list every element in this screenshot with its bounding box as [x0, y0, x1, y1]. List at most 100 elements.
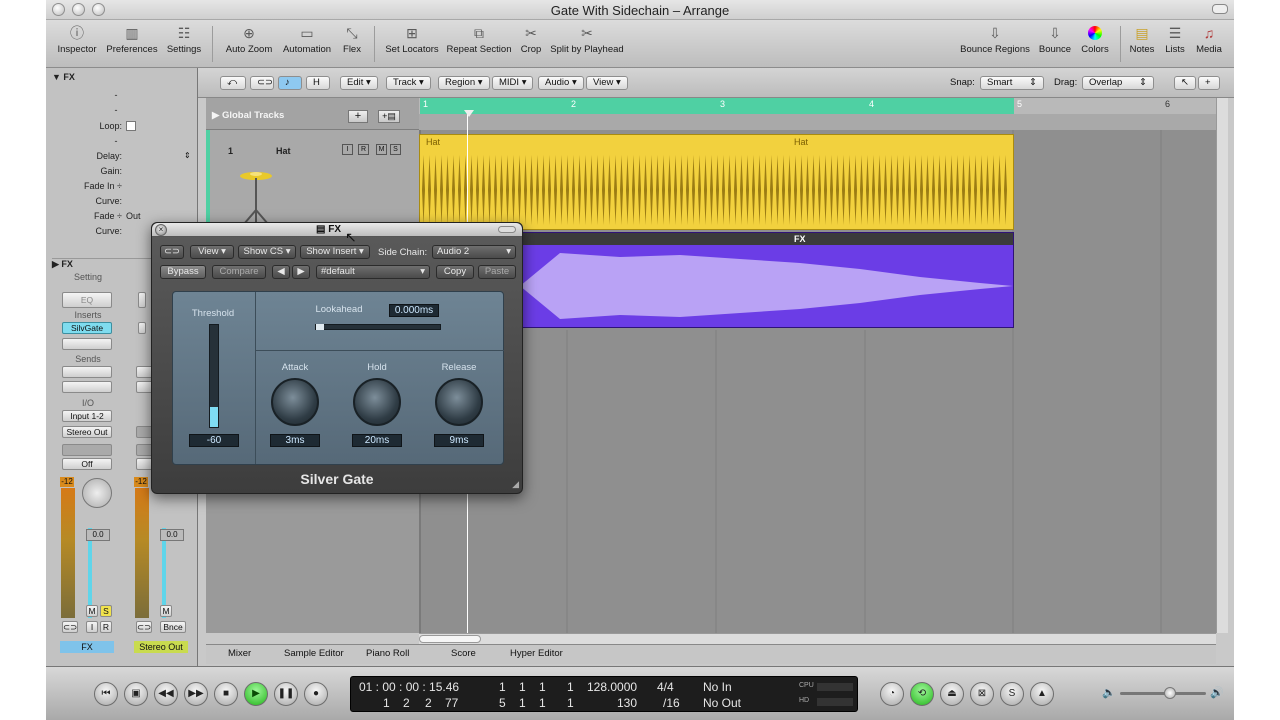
media-button[interactable]: ♫ Media: [1194, 24, 1224, 55]
plugin-title-bar[interactable]: × ▤ FX: [152, 223, 522, 237]
lookahead-value[interactable]: 0.000ms: [389, 304, 439, 317]
copy-button[interactable]: Copy: [436, 265, 474, 279]
eq-display[interactable]: EQ: [62, 292, 112, 308]
mute-button[interactable]: M: [160, 605, 172, 617]
forward-button[interactable]: ▶▶: [184, 682, 208, 706]
lists-button[interactable]: ☰ Lists: [1162, 24, 1188, 55]
link-icon[interactable]: ⊂⊃: [136, 621, 152, 633]
record-button[interactable]: ●: [304, 682, 328, 706]
solo-mode-button[interactable]: S: [1000, 682, 1024, 706]
input-monitor-button[interactable]: I: [86, 621, 98, 633]
delay-stepper-icon[interactable]: ⇕: [184, 151, 191, 160]
volume-value[interactable]: 0.0: [86, 529, 110, 541]
show-cs-menu[interactable]: Show CS ▾: [238, 245, 296, 259]
tab-mixer[interactable]: Mixer: [228, 648, 251, 659]
playhead-handle[interactable]: [464, 110, 474, 117]
preset-select[interactable]: #default ▾: [316, 265, 430, 279]
metronome-button[interactable]: ▲: [1030, 682, 1054, 706]
master-volume-slider[interactable]: [1120, 692, 1206, 695]
automation-button[interactable]: ▭ Automation: [280, 24, 334, 55]
volume-value[interactable]: 0.0: [160, 529, 184, 541]
preferences-button[interactable]: ▥ Preferences: [104, 24, 160, 55]
colors-button[interactable]: Colors: [1078, 24, 1112, 55]
stop-button[interactable]: ■: [214, 682, 238, 706]
scroll-thumb[interactable]: [419, 635, 481, 643]
link-icon[interactable]: ⊂⊃: [160, 245, 184, 259]
catch-playhead-icon[interactable]: ♪: [278, 76, 302, 90]
compare-button[interactable]: Compare: [212, 265, 266, 279]
split-by-playhead-button[interactable]: ✂ Split by Playhead: [548, 24, 626, 55]
record-toggle[interactable]: R: [358, 144, 369, 155]
release-knob[interactable]: [435, 378, 483, 426]
marker-lane[interactable]: [419, 114, 1216, 130]
previous-preset-icon[interactable]: ◀: [272, 265, 290, 279]
peak-indicator[interactable]: -12: [60, 477, 74, 487]
tab-hyper-editor[interactable]: Hyper Editor: [510, 648, 563, 659]
vertical-scrollbar[interactable]: [1216, 98, 1228, 633]
play-button[interactable]: ▶: [244, 682, 268, 706]
mute-button[interactable]: M: [86, 605, 98, 617]
tab-sample-editor[interactable]: Sample Editor: [284, 648, 344, 659]
solo-button[interactable]: S: [100, 605, 112, 617]
midi-menu[interactable]: MIDI ▾: [492, 76, 534, 90]
send-slot[interactable]: [62, 381, 112, 393]
cycle-region[interactable]: [420, 98, 1014, 114]
track-menu[interactable]: Track ▾: [386, 76, 431, 90]
pointer-tool-icon[interactable]: ↖: [1174, 76, 1196, 90]
flex-button[interactable]: ⤡ Flex: [338, 24, 366, 55]
channel-name-stereo-out[interactable]: Stereo Out: [134, 641, 188, 653]
bypass-button[interactable]: Bypass: [160, 265, 206, 279]
paste-button[interactable]: Paste: [478, 265, 516, 279]
back-icon[interactable]: ⤺: [220, 76, 246, 90]
pause-button[interactable]: ❚❚: [274, 682, 298, 706]
audio-menu[interactable]: Audio ▾: [538, 76, 584, 90]
master-volume-thumb[interactable]: [1164, 687, 1176, 699]
link-icon[interactable]: ⊂⊃: [250, 76, 274, 90]
bounce-button[interactable]: ⇩ Bounce: [1036, 24, 1074, 55]
loop-checkbox[interactable]: [126, 121, 136, 131]
lookahead-thumb[interactable]: [316, 324, 324, 330]
set-locators-button[interactable]: ⊞ Set Locators: [384, 24, 440, 55]
snap-select[interactable]: Smart ⇕: [980, 76, 1044, 90]
record-enable-button[interactable]: R: [100, 621, 112, 633]
crop-button[interactable]: ✂ Crop: [518, 24, 544, 55]
pan-knob[interactable]: [82, 478, 112, 508]
go-to-beginning-button[interactable]: ⏮: [94, 682, 118, 706]
toolbar-toggle-button[interactable]: [1212, 4, 1228, 14]
next-preset-icon[interactable]: ▶: [292, 265, 310, 279]
region-menu[interactable]: Region ▾: [438, 76, 490, 90]
threshold-value[interactable]: -60: [189, 434, 239, 447]
attack-value[interactable]: 3ms: [270, 434, 320, 447]
go-to-position-button[interactable]: ▣: [124, 682, 148, 706]
insert-slot-empty[interactable]: [62, 338, 112, 350]
eq-display-2[interactable]: [138, 292, 146, 308]
track-name[interactable]: Hat: [276, 146, 291, 156]
low-latency-button[interactable]: ◔: [880, 682, 904, 706]
cycle-button[interactable]: ⟲: [910, 682, 934, 706]
pencil-tool-icon[interactable]: +: [1198, 76, 1220, 90]
insert-slot-silvgate[interactable]: SilvGate: [62, 322, 112, 334]
plugin-collapse-button[interactable]: [498, 226, 516, 233]
link-icon[interactable]: ⊂⊃: [62, 621, 78, 633]
view-menu[interactable]: View ▾: [586, 76, 628, 90]
release-value[interactable]: 9ms: [434, 434, 484, 447]
arrange-area[interactable]: Hat Hat FX: [419, 114, 1216, 633]
horizontal-scrollbar[interactable]: [419, 633, 1216, 644]
inspector-button[interactable]: ⓘ Inspector: [54, 24, 100, 55]
channel-name-fx[interactable]: FX: [60, 641, 114, 653]
resize-handle-icon[interactable]: ◢: [512, 479, 519, 490]
hide-button[interactable]: H: [306, 76, 330, 90]
side-chain-select[interactable]: Audio 2 ▾: [432, 245, 516, 259]
region-params-header[interactable]: ▼ FX: [52, 72, 204, 82]
automation-mode-slot[interactable]: Off: [62, 458, 112, 470]
peak-indicator[interactable]: -12: [134, 477, 148, 487]
lookahead-slider[interactable]: [315, 324, 441, 330]
track-row-hat[interactable]: 1 Hat I R M S: [206, 130, 419, 228]
fade-out-value[interactable]: Out: [126, 211, 156, 221]
autopunch-button[interactable]: ⏏: [940, 682, 964, 706]
bounce-regions-button[interactable]: ⇩ Bounce Regions: [958, 24, 1032, 55]
bounce-button[interactable]: Bnce: [160, 621, 186, 633]
duplicate-track-button[interactable]: +▤: [378, 110, 400, 123]
input-slot[interactable]: Input 1-2: [62, 410, 112, 422]
hat-region[interactable]: Hat Hat: [419, 134, 1014, 230]
